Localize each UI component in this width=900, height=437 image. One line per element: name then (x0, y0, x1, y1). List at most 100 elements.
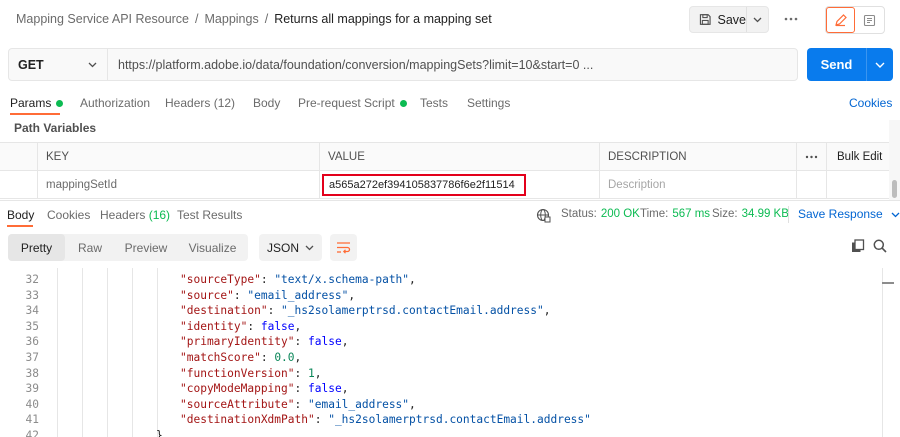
column-options-button[interactable] (796, 143, 826, 170)
tab-headers[interactable]: Headers (12) (165, 96, 235, 110)
path-variable-value-input[interactable]: a565a272ef394105837786f6e2f11514 (329, 179, 515, 191)
response-tab-body[interactable]: Body (7, 208, 34, 222)
tab-params[interactable]: Params (10, 96, 64, 110)
response-status[interactable]: Status: 200 OK (561, 208, 640, 220)
tab-pre-request-script[interactable]: Pre-request Script (298, 96, 407, 110)
json-punctuation: , (294, 351, 302, 364)
scrollbar-position-marker (882, 282, 894, 284)
response-tab-cookies[interactable]: Cookies (47, 208, 90, 222)
response-body-scrollbar[interactable] (882, 268, 894, 437)
line-number: 33 (25, 288, 39, 302)
chevron-down-icon (891, 212, 900, 218)
format-visualize[interactable]: Visualize (177, 234, 248, 261)
column-header-description: DESCRIPTION (599, 143, 796, 170)
status-value: 200 OK (600, 208, 640, 220)
format-pretty[interactable]: Pretty (8, 234, 65, 261)
language-label: JSON (267, 240, 300, 255)
json-punctuation: , (314, 366, 322, 380)
code-content: "destination": "_hs2solamerptrsd.contact… (180, 303, 550, 319)
wrap-lines-button[interactable] (330, 234, 357, 261)
save-label: Save (717, 12, 747, 27)
breadcrumb-request-name[interactable]: Returns all mappings for a mapping set (274, 12, 491, 26)
response-bar: Body Cookies Headers (16) Test Results S… (0, 200, 900, 228)
json-punctuation: , (341, 382, 349, 396)
method-select[interactable]: GET (9, 49, 108, 80)
breadcrumb-separator: / (264, 12, 269, 26)
body-format-tabs: Pretty Raw Preview Visualize (8, 234, 248, 261)
active-indicator-dot (399, 99, 407, 107)
json-punctuation: : (294, 382, 308, 396)
response-size[interactable]: Size: 34.99 KB (712, 208, 789, 220)
documentation-mode-button[interactable] (855, 7, 884, 33)
json-punctuation: : (247, 319, 261, 333)
table-header-cell (0, 143, 37, 170)
divider (788, 206, 789, 223)
row-checkbox-cell (0, 171, 37, 198)
search-button[interactable] (873, 239, 887, 256)
tab-tests[interactable]: Tests (420, 96, 448, 110)
response-tab-test-results[interactable]: Test Results (177, 208, 242, 222)
json-value: "text/x.schema-path" (274, 273, 410, 286)
scrollbar-thumb[interactable] (892, 180, 897, 198)
json-key: "destination" (180, 304, 268, 318)
bulk-edit-button[interactable]: Bulk Edit (826, 143, 889, 170)
breadcrumb-collection[interactable]: Mapping Service API Resource (16, 12, 189, 26)
code-line: 32 "sourceType": "text/x.schema-path", (0, 272, 880, 288)
save-response-button[interactable]: Save Response (798, 207, 900, 221)
code-line: 40 "sourceAttribute": "email_address", (0, 397, 880, 413)
save-button-group: Save (689, 6, 769, 33)
chevron-down-icon (753, 17, 762, 22)
tab-label: Authorization (80, 96, 151, 110)
response-body-editor[interactable]: 32 "sourceType": "text/x.schema-path", 33 "… (0, 268, 900, 437)
json-punctuation: , (409, 273, 416, 286)
tab-label: Headers (100, 208, 146, 222)
row-spacer-cell (796, 171, 826, 198)
path-variables-title: Path Variables (14, 121, 97, 135)
send-button[interactable]: Send (807, 48, 866, 81)
more-actions-button[interactable] (781, 11, 801, 27)
request-pane-scrollbar[interactable] (889, 120, 900, 200)
tab-authorization[interactable]: Authorization (80, 96, 150, 110)
document-icon (863, 14, 876, 26)
status-label: Status: (561, 208, 597, 220)
row-spacer-cell (826, 171, 889, 198)
line-number: 34 (25, 304, 39, 318)
save-button[interactable]: Save (690, 7, 746, 32)
tab-body[interactable]: Body (253, 96, 280, 110)
code-content: "sourceAttribute": "email_address", (180, 397, 416, 413)
json-key: "copyModeMapping" (180, 382, 295, 396)
copy-button[interactable] (851, 239, 865, 256)
code-content: "copyModeMapping": false, (180, 381, 348, 397)
breadcrumb-folder[interactable]: Mappings (205, 12, 259, 26)
chevron-down-icon (305, 245, 314, 250)
pencil-icon (835, 13, 847, 26)
format-preview[interactable]: Preview (115, 234, 177, 261)
tab-settings[interactable]: Settings (467, 96, 510, 110)
line-number: 32 (25, 273, 39, 286)
save-dropdown-button[interactable] (746, 7, 768, 32)
cookies-link[interactable]: Cookies (849, 96, 892, 110)
response-time[interactable]: Time: 567 ms (640, 208, 710, 220)
json-punctuation: : (260, 273, 275, 286)
format-raw[interactable]: Raw (65, 234, 115, 261)
code-line: 36 "primaryIdentity": false, (0, 334, 880, 350)
view-mode-toggle (825, 6, 885, 34)
send-dropdown-button[interactable] (866, 48, 893, 81)
network-info-button[interactable] (536, 208, 551, 223)
language-select[interactable]: JSON (259, 234, 322, 261)
edit-mode-button[interactable] (826, 7, 856, 33)
tab-label: Settings (467, 96, 511, 110)
json-punctuation: , (543, 304, 551, 318)
request-header: Mapping Service API Resource / Mappings / Re… (0, 0, 900, 40)
json-value: false (260, 319, 295, 333)
url-input[interactable]: https://platform.adobe.io/data/foundatio… (108, 49, 797, 80)
path-variable-description-input[interactable]: Description (599, 171, 796, 198)
code-content: "primaryIdentity": false, (180, 334, 348, 350)
code-content: "functionVersion": 1, (180, 366, 322, 382)
size-value: 34.99 KB (741, 208, 789, 220)
json-value: "_hs2solamerptrsd.contactEmail.address" (281, 304, 544, 318)
globe-icon (536, 208, 551, 223)
chevron-down-icon (875, 62, 885, 68)
code-line: 38 "functionVersion": 1, (0, 366, 880, 382)
response-tab-headers[interactable]: Headers (16) (100, 208, 170, 222)
